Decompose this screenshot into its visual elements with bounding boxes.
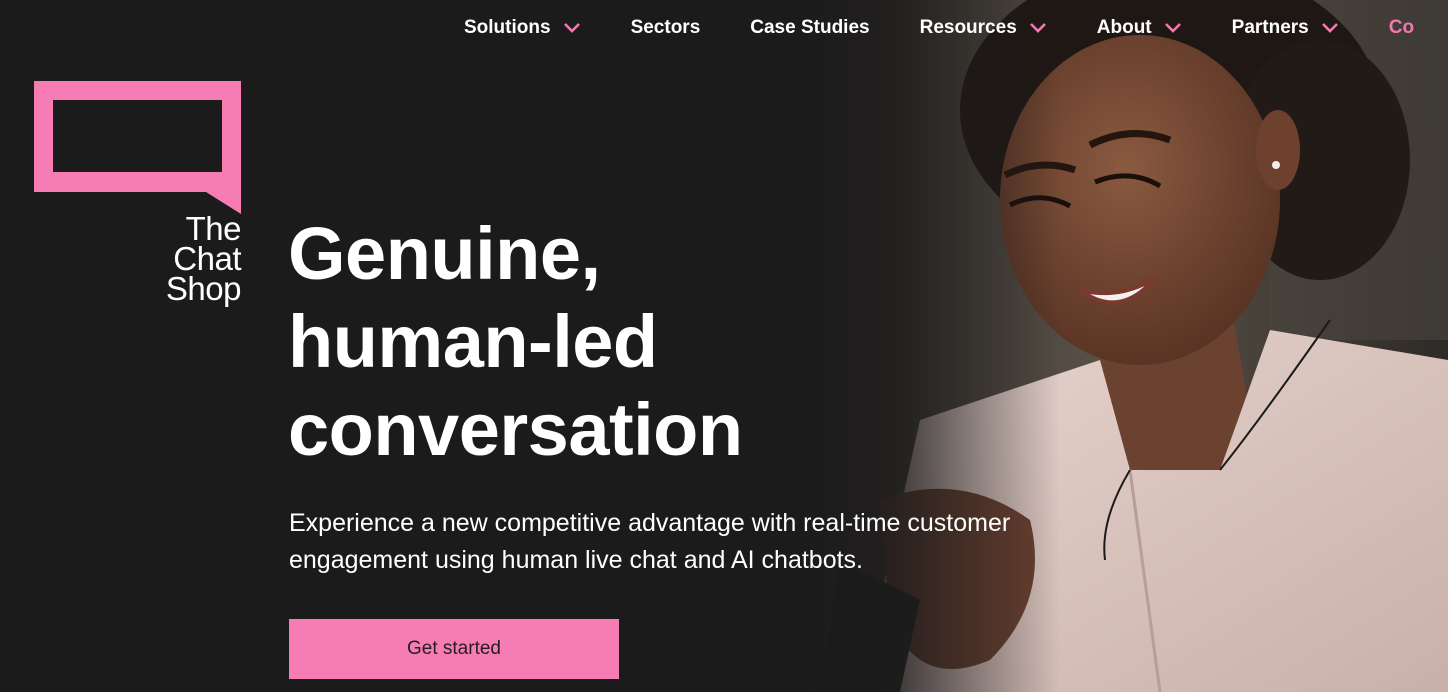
nav-item-sectors[interactable]: Sectors xyxy=(631,17,701,39)
get-started-button[interactable]: Get started xyxy=(289,619,619,679)
nav-item-label: Case Studies xyxy=(750,17,870,38)
logo-wordmark: The Chat Shop xyxy=(165,212,242,307)
logo[interactable]: The Chat Shop xyxy=(34,81,244,311)
chevron-down-icon xyxy=(1164,23,1181,33)
photo-fade-overlay xyxy=(800,0,1060,692)
nav-item-label: Co xyxy=(1388,17,1415,38)
nav-item-label: Partners xyxy=(1231,17,1309,38)
headline-line: Genuine, xyxy=(288,212,601,295)
nav-item-label: Sectors xyxy=(630,17,701,38)
nav-item-contact[interactable]: Co xyxy=(1389,17,1414,39)
hero-headline: Genuine, human-led conversation xyxy=(288,210,743,474)
nav-item-partners[interactable]: Partners xyxy=(1232,17,1339,39)
chevron-down-icon xyxy=(1321,23,1338,33)
chevron-down-icon xyxy=(1029,23,1046,33)
hero-photo xyxy=(800,0,1448,692)
nav-item-label: Solutions xyxy=(464,17,551,38)
chat-bubble-logo-icon xyxy=(34,81,241,214)
nav-item-label: Resources xyxy=(919,17,1017,38)
logo-word: Shop xyxy=(165,270,242,307)
nav-item-label: About xyxy=(1096,17,1152,38)
hero-subtext: Experience a new competitive advantage w… xyxy=(289,509,1011,574)
nav-item-about[interactable]: About xyxy=(1097,17,1182,39)
page: Solutions Sectors Case Studies Resources… xyxy=(0,0,1448,692)
chevron-down-icon xyxy=(563,23,580,33)
nav-item-resources[interactable]: Resources xyxy=(920,17,1047,39)
headline-line: human-led xyxy=(288,300,658,383)
main-nav: Solutions Sectors Case Studies Resources… xyxy=(464,0,1414,56)
headline-line: conversation xyxy=(288,388,743,471)
nav-item-case-studies[interactable]: Case Studies xyxy=(750,17,869,39)
nav-item-solutions[interactable]: Solutions xyxy=(464,17,581,39)
